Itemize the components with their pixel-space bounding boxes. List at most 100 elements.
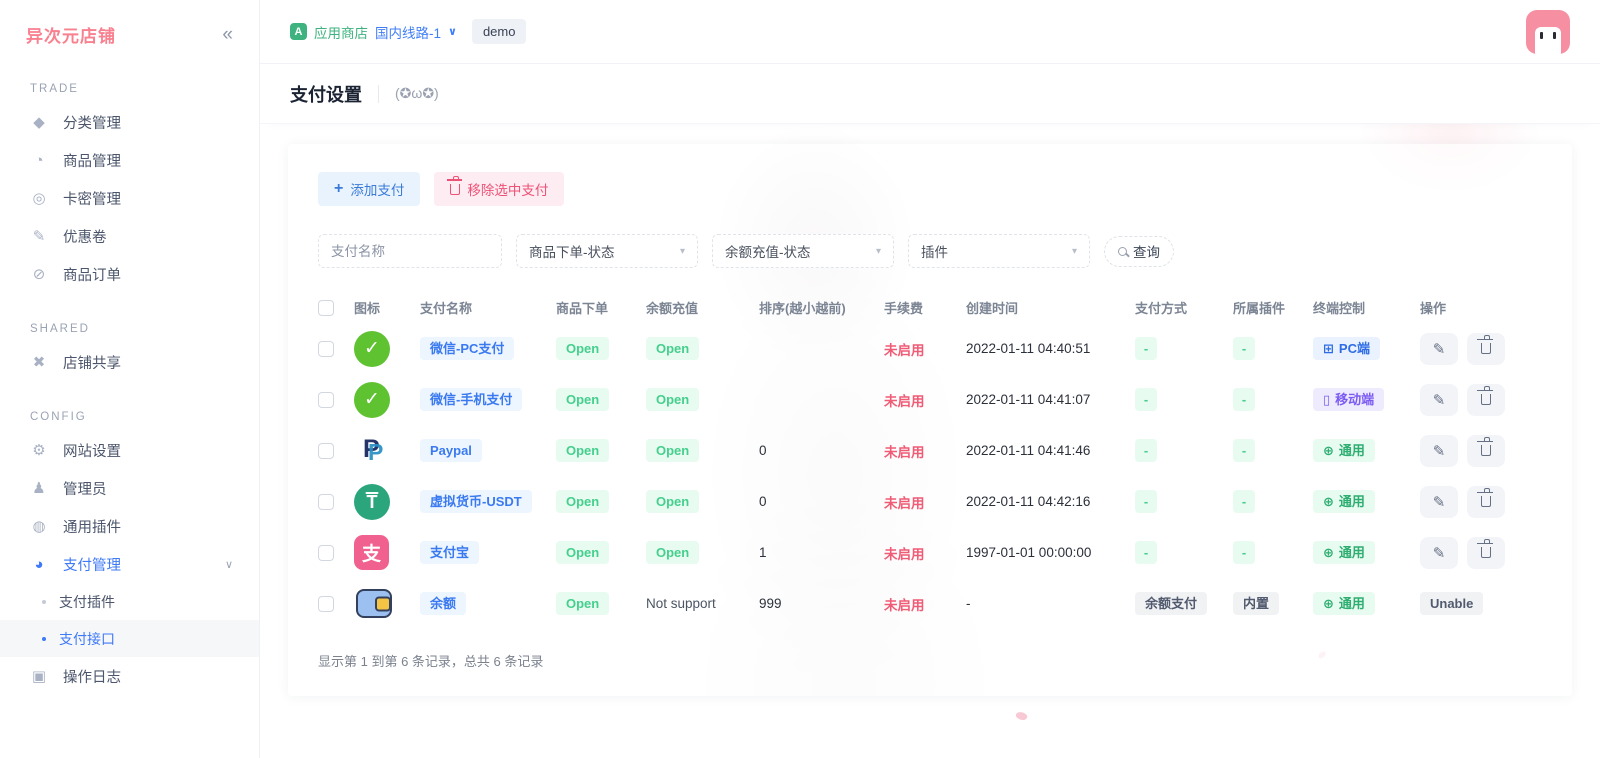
select-value: 余额充值-状态: [725, 241, 811, 261]
globe-icon: ⊕: [1323, 546, 1334, 559]
filter-select[interactable]: 余额充值-状态▾: [712, 234, 894, 268]
edit-icon: ✎: [1433, 340, 1446, 358]
row-checkbox[interactable]: [318, 545, 334, 561]
sidebar-item-payment-management[interactable]: ◕支付管理∨: [0, 545, 259, 583]
sidebar-item-label: 通用插件: [63, 516, 121, 537]
sidebar-item-coupon[interactable]: ✎优惠卷: [0, 217, 259, 255]
terminal-badge: ⊕通用: [1313, 490, 1375, 513]
site-settings-icon: ⚙: [30, 441, 48, 459]
payment-name-link[interactable]: Paypal: [420, 439, 482, 462]
collapse-sidebar-icon[interactable]: «: [222, 24, 233, 46]
sidebar-item-operation-logs[interactable]: ▣操作日志: [0, 657, 259, 695]
chevron-down-icon: ∨: [225, 558, 233, 571]
line-selector[interactable]: 国内线路-1: [375, 22, 441, 42]
table-body: 微信-PC支付OpenOpen未启用2022-01-11 04:40:51--⊞…: [318, 323, 1542, 629]
order-status-badge: Open: [556, 388, 609, 411]
search-button[interactable]: 查询: [1104, 236, 1174, 267]
sidebar-item-site-settings[interactable]: ⚙网站设置: [0, 431, 259, 469]
sidebar-item-general-plugins[interactable]: ◍通用插件: [0, 507, 259, 545]
recharge-status-badge: Open: [646, 490, 699, 513]
avatar-face: [1535, 27, 1561, 54]
filter-select[interactable]: 商品下单-状态▾: [516, 234, 698, 268]
wechat-pay-icon: [354, 382, 390, 418]
pay-method: -: [1135, 439, 1157, 462]
filter-select[interactable]: 插件▾: [908, 234, 1090, 268]
store-switcher[interactable]: A 应用商店 国内线路-1 ∨ demo: [290, 19, 526, 44]
edit-button[interactable]: ✎: [1420, 333, 1458, 365]
edit-button[interactable]: ✎: [1420, 435, 1458, 467]
app-store-icon: A: [290, 23, 307, 40]
payment-management-icon: ◕: [30, 556, 48, 573]
payment-name-link[interactable]: 余额: [420, 592, 466, 615]
terminal-badge: ⊕通用: [1313, 541, 1375, 564]
sidebar-item-product-orders[interactable]: ⊘商品订单: [0, 255, 259, 293]
sidebar-item-store-sharing[interactable]: ✖店铺共享: [0, 343, 259, 381]
payment-name-link[interactable]: 微信-PC支付: [420, 337, 514, 360]
created-time: 2022-01-11 04:41:07: [966, 392, 1135, 407]
order-status-badge: Open: [556, 337, 609, 360]
card-key-management-icon: ◎: [30, 189, 48, 207]
edit-button[interactable]: ✎: [1420, 486, 1458, 518]
payment-name-link[interactable]: 虚拟货币-USDT: [420, 490, 532, 513]
created-time: -: [966, 596, 1135, 611]
table-row: PaypalOpenOpen0未启用2022-01-11 04:41:46--⊕…: [318, 425, 1542, 476]
row-checkbox[interactable]: [318, 341, 334, 357]
bullet-icon: [42, 637, 46, 641]
trash-icon: [1481, 394, 1491, 405]
row-checkbox[interactable]: [318, 443, 334, 459]
mobile-icon: ▯: [1323, 393, 1330, 406]
column-header: 排序(越小越前): [759, 298, 884, 317]
delete-button[interactable]: [1467, 384, 1505, 416]
table-row: 支付宝OpenOpen1未启用1997-01-01 00:00:00--⊕通用✎: [318, 527, 1542, 578]
payment-name-input[interactable]: [318, 234, 502, 268]
trash-icon: [450, 184, 460, 195]
delete-button[interactable]: [1467, 537, 1505, 569]
created-time: 2022-01-11 04:41:46: [966, 443, 1135, 458]
usdt-icon: [354, 484, 390, 520]
sidebar-item-category-management[interactable]: ◆分类管理: [0, 103, 259, 141]
order-status-badge: Open: [556, 541, 609, 564]
fee-status: 未启用: [884, 441, 966, 461]
select-all-checkbox[interactable]: [318, 300, 334, 316]
order-status-badge: Open: [556, 592, 609, 615]
sidebar: 异次元店铺 « TRADE◆分类管理◔商品管理◎卡密管理✎优惠卷⊘商品订单SHA…: [0, 0, 260, 758]
edit-button[interactable]: ✎: [1420, 537, 1458, 569]
pay-method: 余额支付: [1135, 592, 1207, 615]
remove-selected-button[interactable]: 移除选中支付: [434, 172, 564, 206]
sidebar-nav: TRADE◆分类管理◔商品管理◎卡密管理✎优惠卷⊘商品订单SHARED✖店铺共享…: [0, 53, 259, 695]
sidebar-item-label: 商品管理: [63, 150, 121, 171]
toolbar: + 添加支付 移除选中支付: [318, 172, 1542, 206]
sidebar-item-product-management[interactable]: ◔ 商品管理: [0, 141, 259, 179]
sidebar-item-card-key-management[interactable]: ◎卡密管理: [0, 179, 259, 217]
delete-button[interactable]: [1467, 333, 1505, 365]
column-header: 手续费: [884, 298, 966, 317]
column-header: 操作: [1420, 298, 1530, 317]
edit-button[interactable]: ✎: [1420, 384, 1458, 416]
delete-button[interactable]: [1467, 486, 1505, 518]
delete-button[interactable]: [1467, 435, 1505, 467]
trash-icon: [1481, 547, 1491, 558]
add-payment-button[interactable]: + 添加支付: [318, 172, 420, 206]
created-time: 2022-01-11 04:42:16: [966, 494, 1135, 509]
sidebar-item-payment-plugins[interactable]: 支付插件: [0, 583, 259, 620]
payment-name-link[interactable]: 微信-手机支付: [420, 388, 522, 411]
row-checkbox[interactable]: [318, 596, 334, 612]
pagination-summary: 显示第 1 到第 6 条记录，总共 6 条记录: [318, 651, 1542, 670]
plugin-owner: 内置: [1233, 592, 1279, 615]
user-avatar[interactable]: [1526, 10, 1570, 54]
row-checkbox[interactable]: [318, 392, 334, 408]
trash-icon: [1481, 496, 1491, 507]
bullet-icon: [42, 600, 46, 604]
plus-icon: +: [334, 180, 343, 198]
product-management-icon: ◔: [30, 152, 48, 169]
payment-name-link[interactable]: 支付宝: [420, 541, 479, 564]
sidebar-item-label: 店铺共享: [63, 352, 121, 373]
sidebar-item-administrators[interactable]: ♟管理员: [0, 469, 259, 507]
row-checkbox[interactable]: [318, 494, 334, 510]
column-header: 终端控制: [1313, 298, 1420, 317]
globe-icon: ⊕: [1323, 597, 1334, 610]
payment-table-card: + 添加支付 移除选中支付 商品下单-状态▾余额充值-状态▾插件▾ 查询 图标支…: [288, 144, 1572, 696]
recharge-status: Not support: [646, 596, 759, 611]
sidebar-item-payment-interface[interactable]: 支付接口: [0, 620, 259, 657]
recharge-status-badge: Open: [646, 439, 699, 462]
